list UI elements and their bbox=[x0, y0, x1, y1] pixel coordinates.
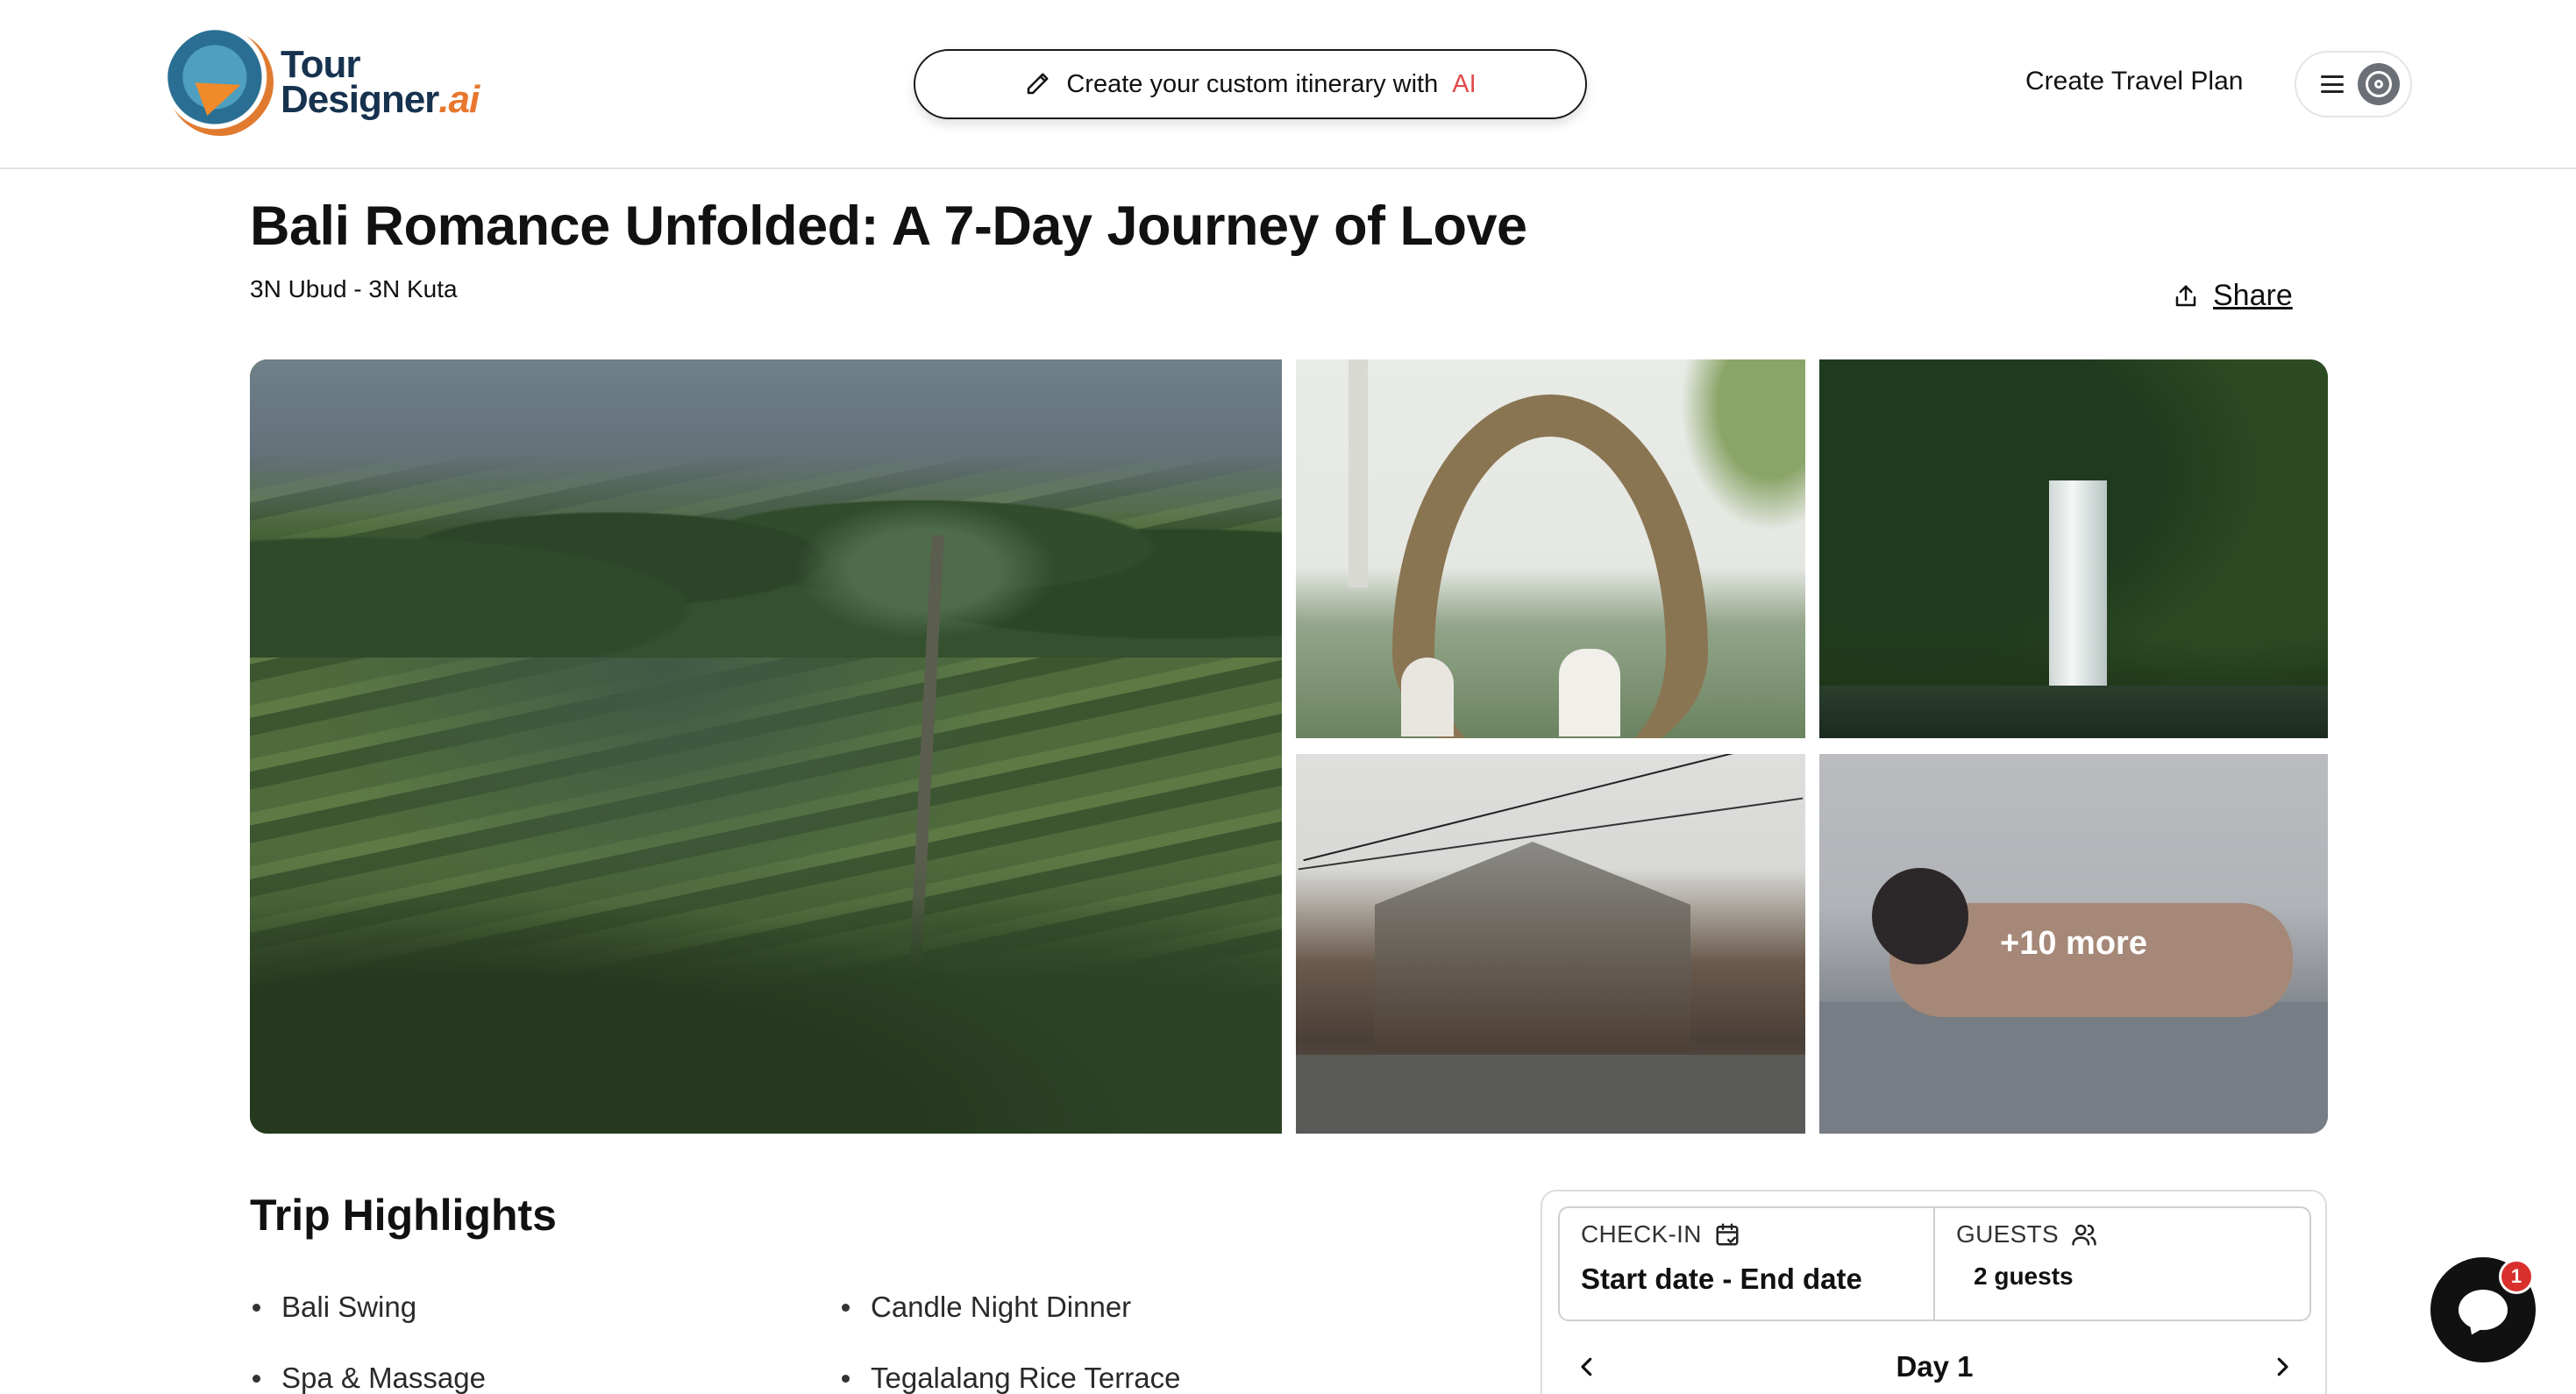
chat-unread-badge: 1 bbox=[2499, 1259, 2534, 1294]
gallery-photo-rice-terrace[interactable] bbox=[250, 359, 1282, 1134]
gallery-photo-waterfall[interactable] bbox=[1819, 359, 2328, 738]
chat-widget-button[interactable]: 1 bbox=[2430, 1257, 2536, 1362]
chevron-right-icon[interactable] bbox=[2269, 1354, 2295, 1380]
site-header: Tour Designer.ai Create your custom itin… bbox=[0, 0, 2576, 169]
photo-gallery: +10 more bbox=[250, 359, 2328, 1134]
ai-pill-accent: AI bbox=[1452, 69, 1477, 98]
checkin-field[interactable]: CHECK-IN Start date - End date bbox=[1560, 1208, 1935, 1319]
day-selector: Day 1 bbox=[1558, 1341, 2311, 1393]
share-icon bbox=[2175, 285, 2196, 306]
chevron-left-icon[interactable] bbox=[1574, 1354, 1600, 1380]
user-menu-button[interactable] bbox=[2295, 51, 2412, 117]
user-avatar-icon bbox=[2358, 63, 2400, 105]
guests-value: 2 guests bbox=[1974, 1262, 2074, 1290]
booking-card: CHECK-IN Start date - End date GUESTS 2 … bbox=[1541, 1190, 2327, 1394]
ai-pill-text: Create your custom itinerary with bbox=[1066, 69, 1439, 98]
gallery-photo-bali-swing[interactable] bbox=[1296, 359, 1805, 738]
ai-itinerary-button[interactable]: Create your custom itinerary with AI bbox=[914, 49, 1587, 119]
guests-field[interactable]: GUESTS 2 guests bbox=[1935, 1208, 2309, 1319]
share-label: Share bbox=[2213, 279, 2293, 312]
logo-line-1: Tour bbox=[281, 43, 361, 86]
tour-designer-logo[interactable]: Tour Designer.ai bbox=[167, 29, 480, 136]
calendar-icon bbox=[1716, 1223, 1739, 1246]
create-travel-plan-link[interactable]: Create Travel Plan bbox=[2025, 67, 2243, 96]
highlight-item: Candle Night Dinner bbox=[842, 1291, 1131, 1324]
highlight-item: Tegalalang Rice Terrace bbox=[842, 1362, 1180, 1394]
hamburger-icon bbox=[2321, 75, 2344, 93]
gallery-photo-street[interactable] bbox=[1296, 754, 1805, 1134]
pencil-icon bbox=[1028, 73, 1049, 95]
logo-line-2: Designer.ai bbox=[281, 78, 480, 121]
trip-title: Bali Romance Unfolded: A 7-Day Journey o… bbox=[250, 196, 1527, 257]
booking-fields: CHECK-IN Start date - End date GUESTS 2 … bbox=[1558, 1206, 2311, 1321]
guests-label: GUESTS bbox=[1956, 1220, 2059, 1248]
checkin-value: Start date - End date bbox=[1581, 1262, 1862, 1295]
highlight-item: Spa & Massage bbox=[253, 1362, 486, 1394]
logo-globe-icon bbox=[167, 29, 274, 136]
checkin-label: CHECK-IN bbox=[1581, 1220, 1702, 1248]
more-photos-label: +10 more bbox=[2000, 925, 2147, 962]
highlights-heading: Trip Highlights bbox=[250, 1191, 557, 1240]
guests-icon bbox=[2072, 1224, 2096, 1246]
chat-icon bbox=[2459, 1290, 2508, 1330]
gallery-photo-spa[interactable]: +10 more bbox=[1819, 754, 2328, 1134]
trip-route: 3N Ubud - 3N Kuta bbox=[250, 275, 458, 302]
highlight-item: Bali Swing bbox=[253, 1291, 416, 1324]
day-label: Day 1 bbox=[1896, 1350, 1974, 1383]
share-button[interactable]: Share bbox=[2173, 279, 2293, 313]
